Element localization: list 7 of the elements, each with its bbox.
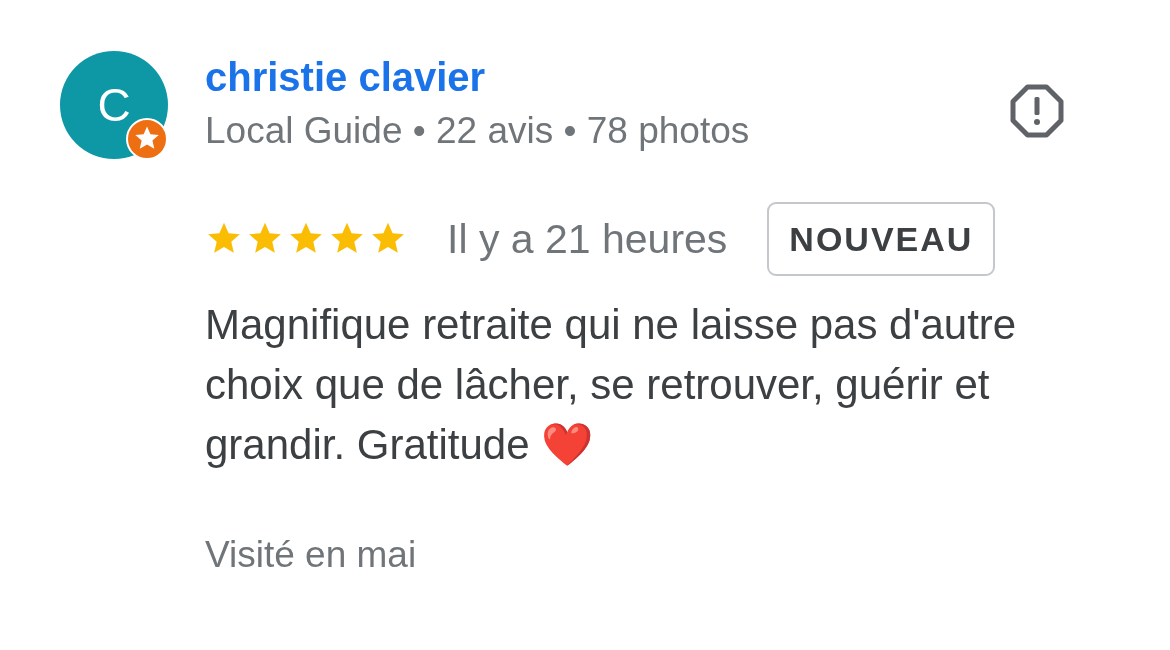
reviewer-stats: Local Guide • 22 avis • 78 photos (205, 109, 750, 153)
octagon-exclamation-icon[interactable] (1009, 83, 1065, 139)
new-tag: NOUVEAU (767, 202, 996, 276)
visit-date: Visité en mai (205, 533, 417, 577)
review-time: Il y a 21 heures (447, 215, 728, 263)
reviewer-name-link[interactable]: christie clavier (205, 53, 486, 101)
review-text: Magnifique retraite qui ne laisse pas d'autre choix que de lâcher, se retrouver, guérir et grandir. Gratitude ❤ (205, 300, 1018, 470)
